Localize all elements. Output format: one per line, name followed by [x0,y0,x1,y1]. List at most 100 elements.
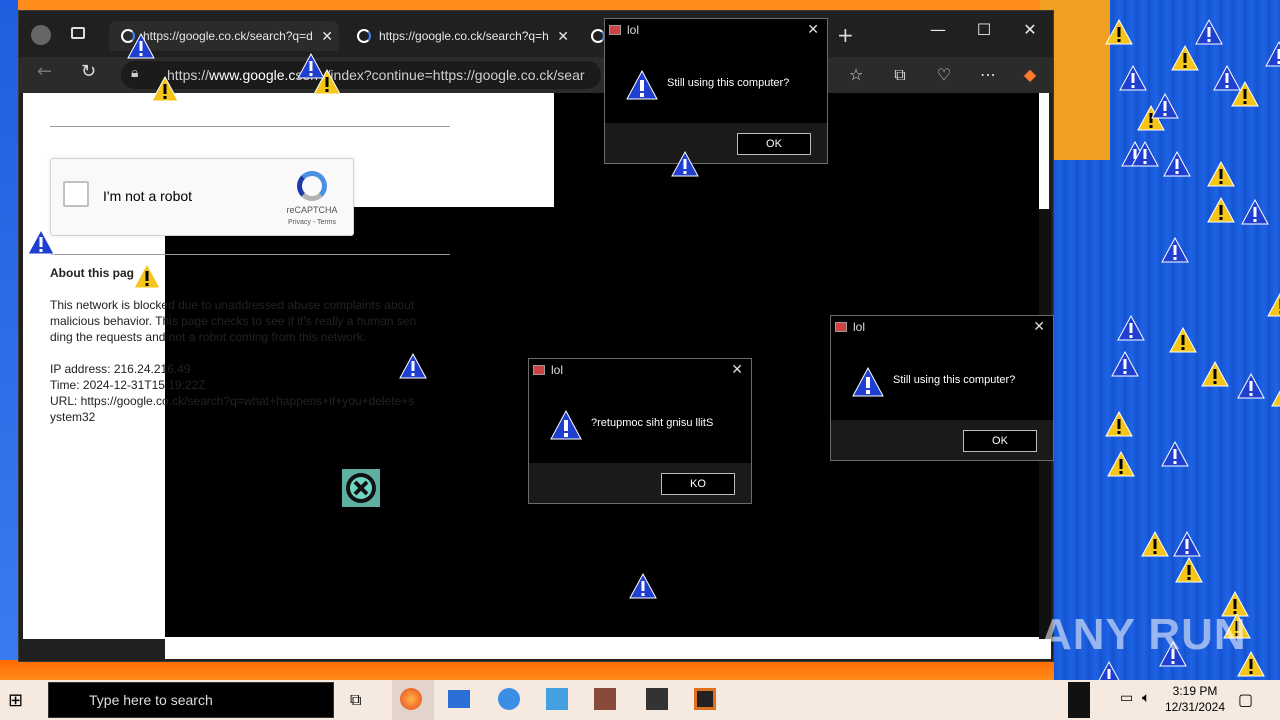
search-placeholder: Type here to search [89,692,213,708]
warning-icon [1163,150,1191,177]
warning-icon [1173,530,1201,557]
tab-label: https://google.co.ck/search?q=d [143,29,313,43]
error-icon [342,469,380,507]
tab-google-search-2[interactable]: https://google.co.ck/search?q=h ✕ [345,21,575,51]
ok-button[interactable]: OK [963,430,1037,452]
tab-label: https://google.co.ck/search?q=h [379,29,549,43]
warning-icon [1131,140,1159,167]
recaptcha-logo-icon [297,171,327,201]
file-explorer-icon[interactable] [448,690,470,708]
clock-date: 12/31/2024 [1164,700,1226,714]
copilot-icon[interactable]: ◆ [1015,61,1045,89]
minimize-icon[interactable]: — [915,15,961,45]
warning-icon [1117,314,1145,341]
body-text-line: malicious behavior. This page checks to … [50,314,417,328]
url-domain: www.google.c [209,67,296,83]
clock[interactable]: 3:19 PM 12/31/2024 [1160,683,1230,715]
show-hidden-icons[interactable] [1068,682,1090,718]
dialog-footer: OK [831,420,1053,460]
close-window-icon[interactable]: ✕ [1007,15,1053,45]
close-icon[interactable]: ✕ [807,21,819,38]
warning-icon [550,409,582,440]
warning-icon [1267,292,1280,317]
close-tab-icon[interactable]: ✕ [557,21,569,51]
windows-start-icon[interactable]: ⊞ [8,690,23,711]
app-icon [533,365,545,375]
collections-icon[interactable]: ⧉ [885,61,915,89]
warning-icon [671,150,699,177]
warning-icon [1241,198,1269,225]
recaptcha-label: I'm not a robot [103,188,193,204]
timestamp: Time: 2024-12-31T15:19:22Z [50,378,206,392]
url-line: ystem32 [50,410,96,424]
watermark: ANY RUN [1040,610,1247,659]
warning-icon [27,228,55,255]
performance-icon[interactable]: ♡ [929,61,959,89]
task-view-icon[interactable]: ⧉ [350,690,361,710]
taskbar: ⊞ Type here to search ⧉ ▭ 🔈︎ 3:19 PM 12/… [0,680,1280,720]
warning-icon [1265,40,1280,67]
dialog-message: Still using this computer? [667,77,790,89]
recaptcha-widget[interactable]: I'm not a robot reCAPTCHA Privacy - Term… [50,158,354,236]
ok-button[interactable]: OK [737,133,811,155]
url-input[interactable]: https://www.google.csorry/index?continue… [121,61,601,89]
divider [50,126,450,127]
message-dialog: lol ✕ Still using this computer? OK [830,315,1054,461]
url-line: URL: https://google.co.ck/search?q=what+… [50,394,415,408]
warning-icon [1271,390,1280,407]
warning-icon [151,75,179,102]
clock-time: 3:19 PM [1172,684,1218,698]
app-icon[interactable] [594,688,616,710]
profile-icon[interactable] [31,25,51,45]
warning-icon [1107,450,1135,477]
maximize-icon[interactable]: ☐ [961,15,1007,45]
warning-icon [399,352,427,379]
scrollbar[interactable] [1039,93,1049,209]
network-icon[interactable]: ▭ [1120,690,1133,706]
warning-icon [1151,92,1179,119]
favorites-icon[interactable]: ☆ [841,61,871,89]
close-tab-icon[interactable]: ✕ [321,21,333,51]
volume-icon[interactable]: 🔈︎ [1142,690,1150,706]
taskbar-search-input[interactable]: Type here to search [48,682,334,718]
warning-icon [127,32,155,59]
new-tab-icon[interactable]: + [837,23,854,47]
dialog-title: lol [627,23,640,37]
tab-bar: https://google.co.ck/search?q=d ✕ https:… [19,11,1053,57]
divider [50,254,450,255]
notification-icon[interactable]: ▢ [1238,690,1253,709]
app-icon[interactable] [646,688,668,710]
warning-icon [626,69,658,100]
dialog-title: lol [853,320,866,334]
desktop-stripe [0,660,1054,680]
google-icon [357,29,371,43]
body-text-line: ding the requests and not a robot coming… [50,330,367,344]
more-icon[interactable]: ⋯ [973,61,1003,89]
warning-icon [1141,530,1169,557]
body-text-line: This network is blocked due to unaddress… [50,298,415,312]
app-icon [609,25,621,35]
warning-icon [852,366,884,397]
warning-icon [1105,410,1133,437]
warning-icon [1119,64,1147,91]
close-icon[interactable]: ✕ [731,361,743,378]
firefox-icon[interactable] [498,688,520,710]
lock-icon[interactable]: 🔒︎ [131,65,138,81]
app-icon[interactable] [546,688,568,710]
dialog-message: ?retupmoc siht gnisu llitS [591,417,714,429]
warning-icon [1169,326,1197,353]
recaptcha-links[interactable]: Privacy - Terms [277,219,347,226]
ip-address: IP address: 216.24.216.49 [50,362,191,376]
refresh-icon[interactable]: ↻ [81,61,96,82]
ko-button[interactable]: KO [661,473,735,495]
recaptcha-checkbox[interactable] [63,181,89,207]
close-icon[interactable]: ✕ [1033,318,1045,335]
warning-icon [1161,440,1189,467]
app-icon[interactable] [694,688,716,710]
message-dialog: lol ✕ Still using this computer? OK [604,18,828,164]
back-icon[interactable]: ← [37,61,52,82]
page-area-white [165,637,1051,659]
warning-icon [1171,44,1199,71]
tab-actions-icon[interactable] [71,27,85,39]
warning-icon [1111,350,1139,377]
